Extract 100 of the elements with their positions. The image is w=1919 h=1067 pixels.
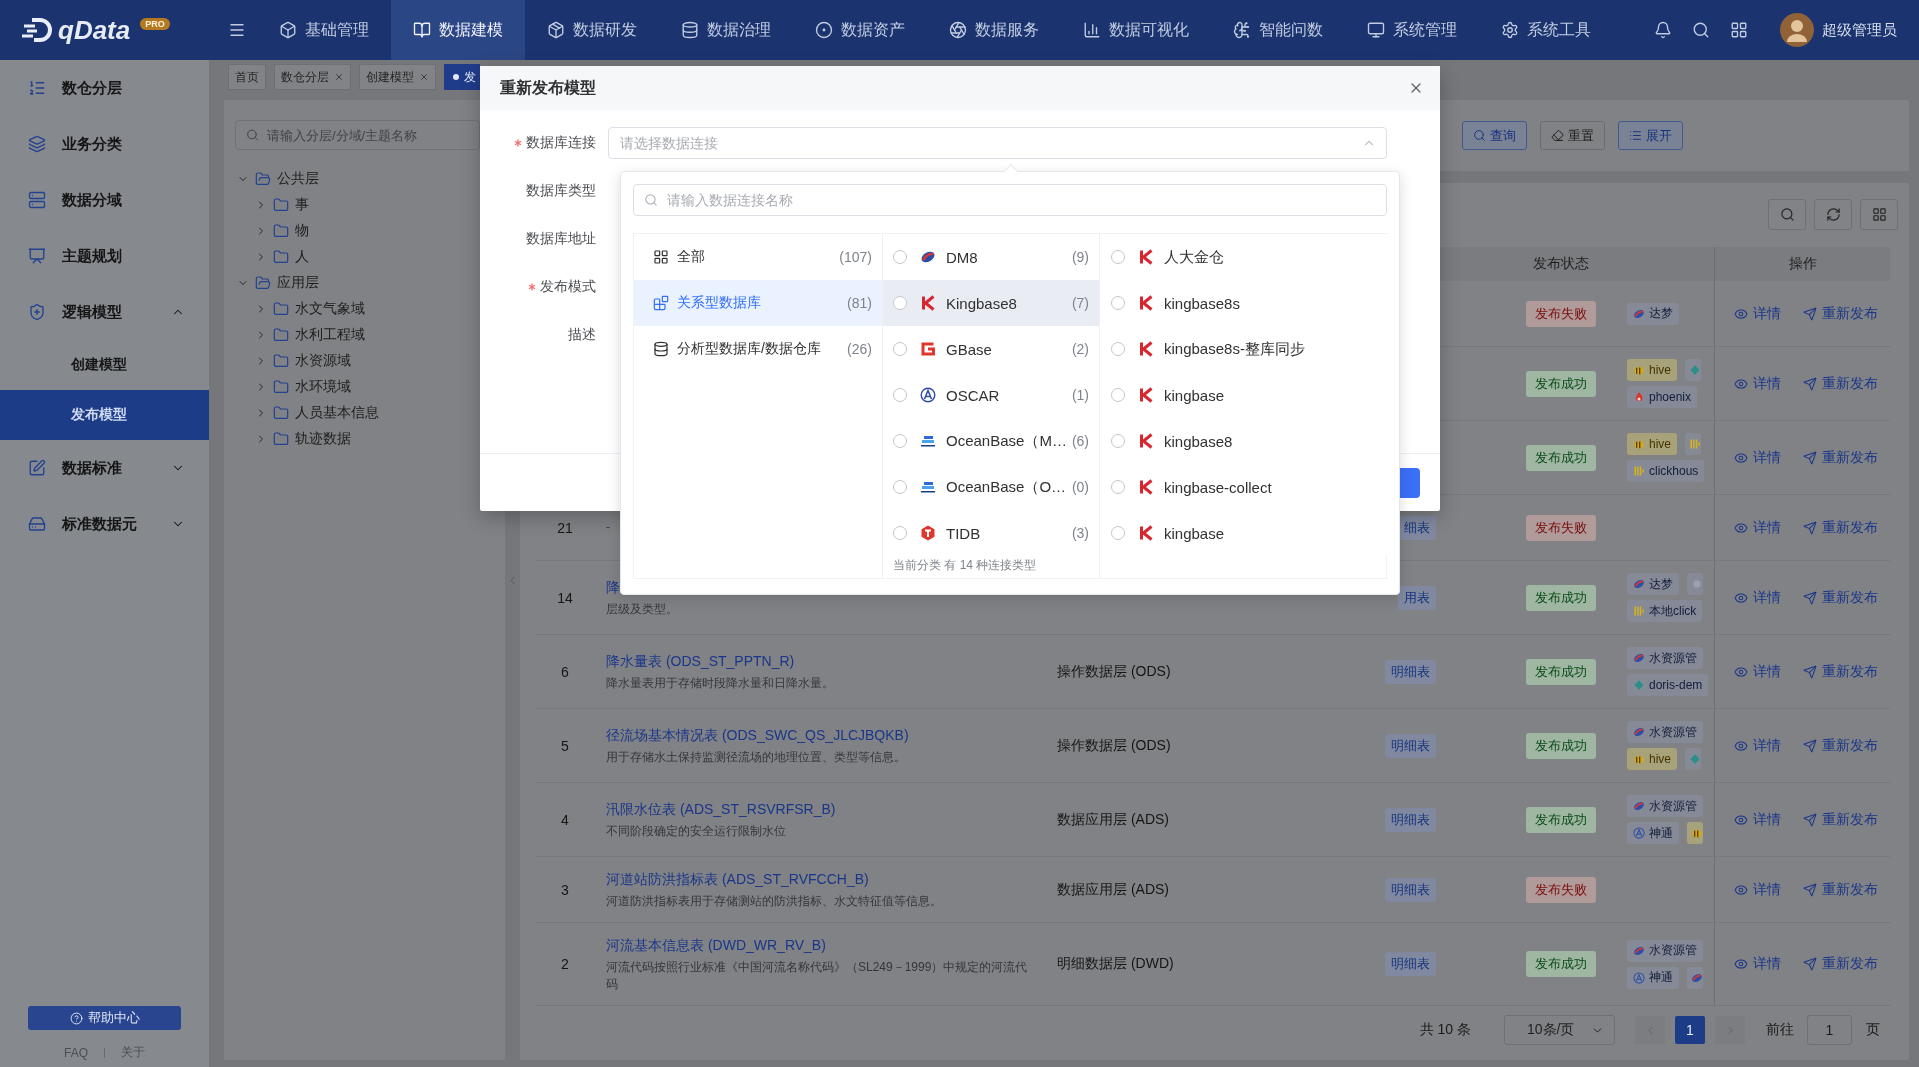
- table-name-link[interactable]: 降: [606, 577, 620, 597]
- connection-search-field[interactable]: 请输入数据连接名称: [633, 184, 1387, 216]
- radio-icon[interactable]: [893, 250, 907, 264]
- tree-node[interactable]: 水环境域: [235, 374, 480, 400]
- nav-item[interactable]: 智能问数: [1211, 0, 1345, 60]
- details-link[interactable]: 详情: [1734, 662, 1781, 681]
- sidebar-item[interactable]: 主题规划: [0, 228, 209, 284]
- radio-icon[interactable]: [1111, 480, 1125, 494]
- grid-icon[interactable]: [1730, 21, 1748, 39]
- sidebar-item[interactable]: 标准数据元: [0, 496, 209, 552]
- sidebar-item[interactable]: 数据分域: [0, 172, 209, 228]
- radio-icon[interactable]: [1111, 296, 1125, 310]
- tree-node[interactable]: 人员基本信息: [235, 400, 480, 426]
- nav-item[interactable]: 数据服务: [927, 0, 1061, 60]
- sidebar-item[interactable]: 逻辑模型: [0, 284, 209, 340]
- republish-link[interactable]: 重新发布: [1803, 736, 1878, 755]
- table-name-link[interactable]: 汛限水位表 (ADS_ST_RSVRFSR_B): [606, 799, 836, 819]
- tree-node[interactable]: 应用层: [235, 270, 480, 296]
- page-input[interactable]: 1: [1807, 1015, 1852, 1045]
- radio-icon[interactable]: [1111, 250, 1125, 264]
- republish-link[interactable]: 重新发布: [1803, 880, 1878, 899]
- search-button[interactable]: [1768, 199, 1806, 230]
- radio-icon[interactable]: [1111, 526, 1125, 540]
- form-button[interactable]: 展开: [1618, 121, 1683, 150]
- page-tab[interactable]: 首页: [228, 64, 266, 90]
- tree-node[interactable]: 轨迹数据: [235, 426, 480, 452]
- republish-link[interactable]: 重新发布: [1803, 304, 1878, 323]
- table-name-link[interactable]: 河道站防洪指标表 (ADS_ST_RVFCCH_B): [606, 869, 869, 889]
- republish-link[interactable]: 重新发布: [1803, 518, 1878, 537]
- details-link[interactable]: 详情: [1734, 518, 1781, 537]
- sidebar-item[interactable]: 数仓分层: [0, 60, 209, 116]
- footer-link[interactable]: FAQ: [64, 1045, 88, 1060]
- page-tab[interactable]: 数仓分层: [274, 64, 351, 90]
- radio-icon[interactable]: [1111, 434, 1125, 448]
- page-tab[interactable]: 创建模型: [359, 64, 436, 90]
- form-button[interactable]: 查询: [1462, 121, 1527, 150]
- nav-item[interactable]: 系统管理: [1345, 0, 1479, 60]
- nav-item[interactable]: 数据治理: [659, 0, 793, 60]
- republish-link[interactable]: 重新发布: [1803, 810, 1878, 829]
- details-link[interactable]: 详情: [1734, 588, 1781, 607]
- menu-icon[interactable]: [228, 21, 246, 39]
- refresh-button[interactable]: [1814, 199, 1852, 230]
- details-link[interactable]: 详情: [1734, 810, 1781, 829]
- radio-icon[interactable]: [893, 342, 907, 356]
- radio-icon[interactable]: [893, 526, 907, 540]
- nav-item[interactable]: 基础管理: [257, 0, 391, 60]
- category-item[interactable]: 分析型数据库/数据仓库 (26): [634, 326, 882, 372]
- tree-node[interactable]: 人: [235, 244, 480, 270]
- form-button[interactable]: 重置: [1540, 121, 1605, 150]
- details-link[interactable]: 详情: [1734, 880, 1781, 899]
- category-item[interactable]: 关系型数据库 (81): [634, 280, 882, 326]
- table-name-link[interactable]: 河流基本信息表 (DWD_WR_RV_B): [606, 935, 826, 955]
- details-link[interactable]: 详情: [1734, 304, 1781, 323]
- tree-node[interactable]: 公共层: [235, 166, 480, 192]
- connection-select[interactable]: 请选择数据连接: [608, 127, 1387, 159]
- columns-button[interactable]: [1860, 199, 1898, 230]
- table-name-link[interactable]: 径流场基本情况表 (ODS_SWC_QS_JLCJBQKB): [606, 725, 909, 745]
- tree-search-field[interactable]: 请输入分层/分域/主题名称: [235, 120, 480, 150]
- radio-icon[interactable]: [893, 296, 907, 310]
- search-icon[interactable]: [1692, 21, 1710, 39]
- table-name-link[interactable]: 降水量表 (ODS_ST_PPTN_R): [606, 651, 795, 671]
- republish-link[interactable]: 重新发布: [1803, 662, 1878, 681]
- nav-item[interactable]: 系统工具: [1479, 0, 1613, 60]
- page-tab[interactable]: 发: [444, 64, 480, 90]
- bell-icon[interactable]: [1654, 21, 1672, 39]
- nav-item[interactable]: 数据建模: [391, 0, 525, 60]
- radio-icon[interactable]: [893, 434, 907, 448]
- details-link[interactable]: 详情: [1734, 374, 1781, 393]
- avatar[interactable]: [1780, 13, 1814, 47]
- page-size-select[interactable]: 10条/页: [1504, 1015, 1615, 1045]
- category-item[interactable]: 全部 (107): [634, 234, 882, 280]
- republish-link[interactable]: 重新发布: [1803, 955, 1878, 973]
- db-type-option[interactable]: Kingbase8 (7): [883, 280, 1099, 326]
- sidebar-item[interactable]: 业务分类: [0, 116, 209, 172]
- nav-item[interactable]: 数据研发: [525, 0, 659, 60]
- republish-link[interactable]: 重新发布: [1803, 588, 1878, 607]
- radio-icon[interactable]: [1111, 342, 1125, 356]
- page-number[interactable]: 1: [1675, 1016, 1705, 1044]
- details-link[interactable]: 详情: [1734, 448, 1781, 467]
- republish-link[interactable]: 重新发布: [1803, 448, 1878, 467]
- tree-node[interactable]: 事: [235, 192, 480, 218]
- nav-item[interactable]: 数据可视化: [1061, 0, 1211, 60]
- radio-icon[interactable]: [1111, 388, 1125, 402]
- help-center-button[interactable]: 帮助中心: [28, 1006, 181, 1030]
- tree-node[interactable]: 水文气象域: [235, 296, 480, 322]
- tree-node[interactable]: 水资源域: [235, 348, 480, 374]
- sidebar-subitem[interactable]: 发布模型: [0, 390, 209, 440]
- user-name[interactable]: 超级管理员: [1822, 20, 1897, 40]
- sidebar-subitem[interactable]: 创建模型: [0, 340, 209, 390]
- tree-node[interactable]: 物: [235, 218, 480, 244]
- radio-icon[interactable]: [893, 388, 907, 402]
- republish-link[interactable]: 重新发布: [1803, 374, 1878, 393]
- tree-node[interactable]: 水利工程域: [235, 322, 480, 348]
- details-link[interactable]: 详情: [1734, 955, 1781, 973]
- radio-icon[interactable]: [893, 480, 907, 494]
- sidebar-item[interactable]: 数据标准: [0, 440, 209, 496]
- nav-item[interactable]: 数据资产: [793, 0, 927, 60]
- details-link[interactable]: 详情: [1734, 736, 1781, 755]
- option-count: (1): [1071, 387, 1089, 403]
- action-button[interactable]: [1400, 467, 1420, 498]
